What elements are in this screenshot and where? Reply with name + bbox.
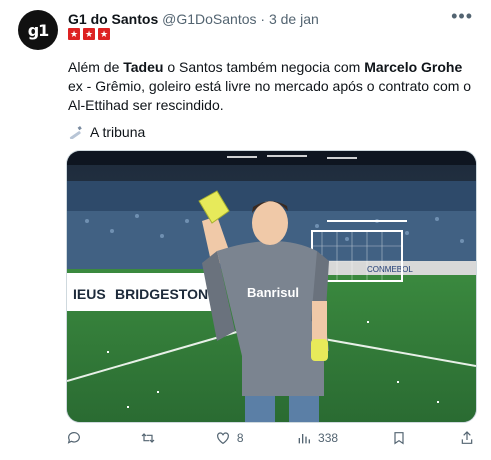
- badges: ★ ★ ★: [68, 28, 110, 40]
- photo-goalkeeper: IEUS BRIDGESTONE CONMEBOL Banrisul: [67, 151, 476, 422]
- tweet: g1 G1 do Santos @G1DoSantos · 3 de jan •…: [0, 0, 491, 460]
- action-bar: 8 338: [66, 428, 475, 448]
- ad-board-right: CONMEBOL: [367, 265, 413, 274]
- bookmark-icon: [393, 432, 404, 445]
- badge-icon: ★: [98, 28, 110, 40]
- pen-icon: [69, 126, 82, 139]
- author-handle[interactable]: @G1DoSantos: [162, 11, 256, 27]
- avatar[interactable]: g1: [18, 10, 58, 50]
- share-button[interactable]: [459, 430, 475, 446]
- reply-icon: [67, 432, 80, 444]
- text-part: ex - Grêmio, goleiro está livre no merca…: [68, 78, 472, 113]
- avatar-text: g1: [27, 20, 50, 40]
- ad-board-brand: BRIDGESTONE: [115, 286, 217, 302]
- text-bold-name: Tadeu: [123, 59, 164, 75]
- tweet-photo[interactable]: IEUS BRIDGESTONE CONMEBOL Banrisul: [66, 150, 477, 423]
- heart-icon: [216, 432, 229, 445]
- reply-button[interactable]: [66, 430, 88, 446]
- tweet-header: G1 do Santos @G1DoSantos · 3 de jan: [68, 10, 319, 28]
- retweet-button[interactable]: [140, 430, 162, 446]
- bookmark-button[interactable]: [391, 430, 407, 446]
- badge-icon: ★: [83, 28, 95, 40]
- share-icon: [461, 431, 473, 444]
- author-name[interactable]: G1 do Santos: [68, 11, 158, 27]
- like-button[interactable]: 8: [215, 430, 244, 446]
- views-button[interactable]: 338: [296, 430, 338, 446]
- ad-board-left: IEUS: [73, 286, 106, 302]
- retweet-icon: [142, 433, 155, 443]
- jersey-sponsor: Banrisul: [247, 285, 299, 300]
- view-count: 338: [318, 431, 339, 445]
- badge-icon: ★: [68, 28, 80, 40]
- source-label: A tribuna: [90, 124, 146, 140]
- text-bold-name: Marcelo Grohe: [364, 59, 463, 75]
- tweet-text: Além de Tadeu o Santos também negocia co…: [68, 58, 478, 115]
- text-part: Além de: [68, 59, 124, 75]
- views-icon: [298, 434, 311, 444]
- tweet-date[interactable]: 3 de jan: [269, 11, 319, 27]
- like-count: 8: [236, 431, 244, 445]
- more-options-icon[interactable]: •••: [451, 6, 473, 27]
- separator: ·: [260, 11, 266, 27]
- source-line: A tribuna: [68, 123, 145, 141]
- text-part: o Santos também negocia com: [163, 59, 365, 75]
